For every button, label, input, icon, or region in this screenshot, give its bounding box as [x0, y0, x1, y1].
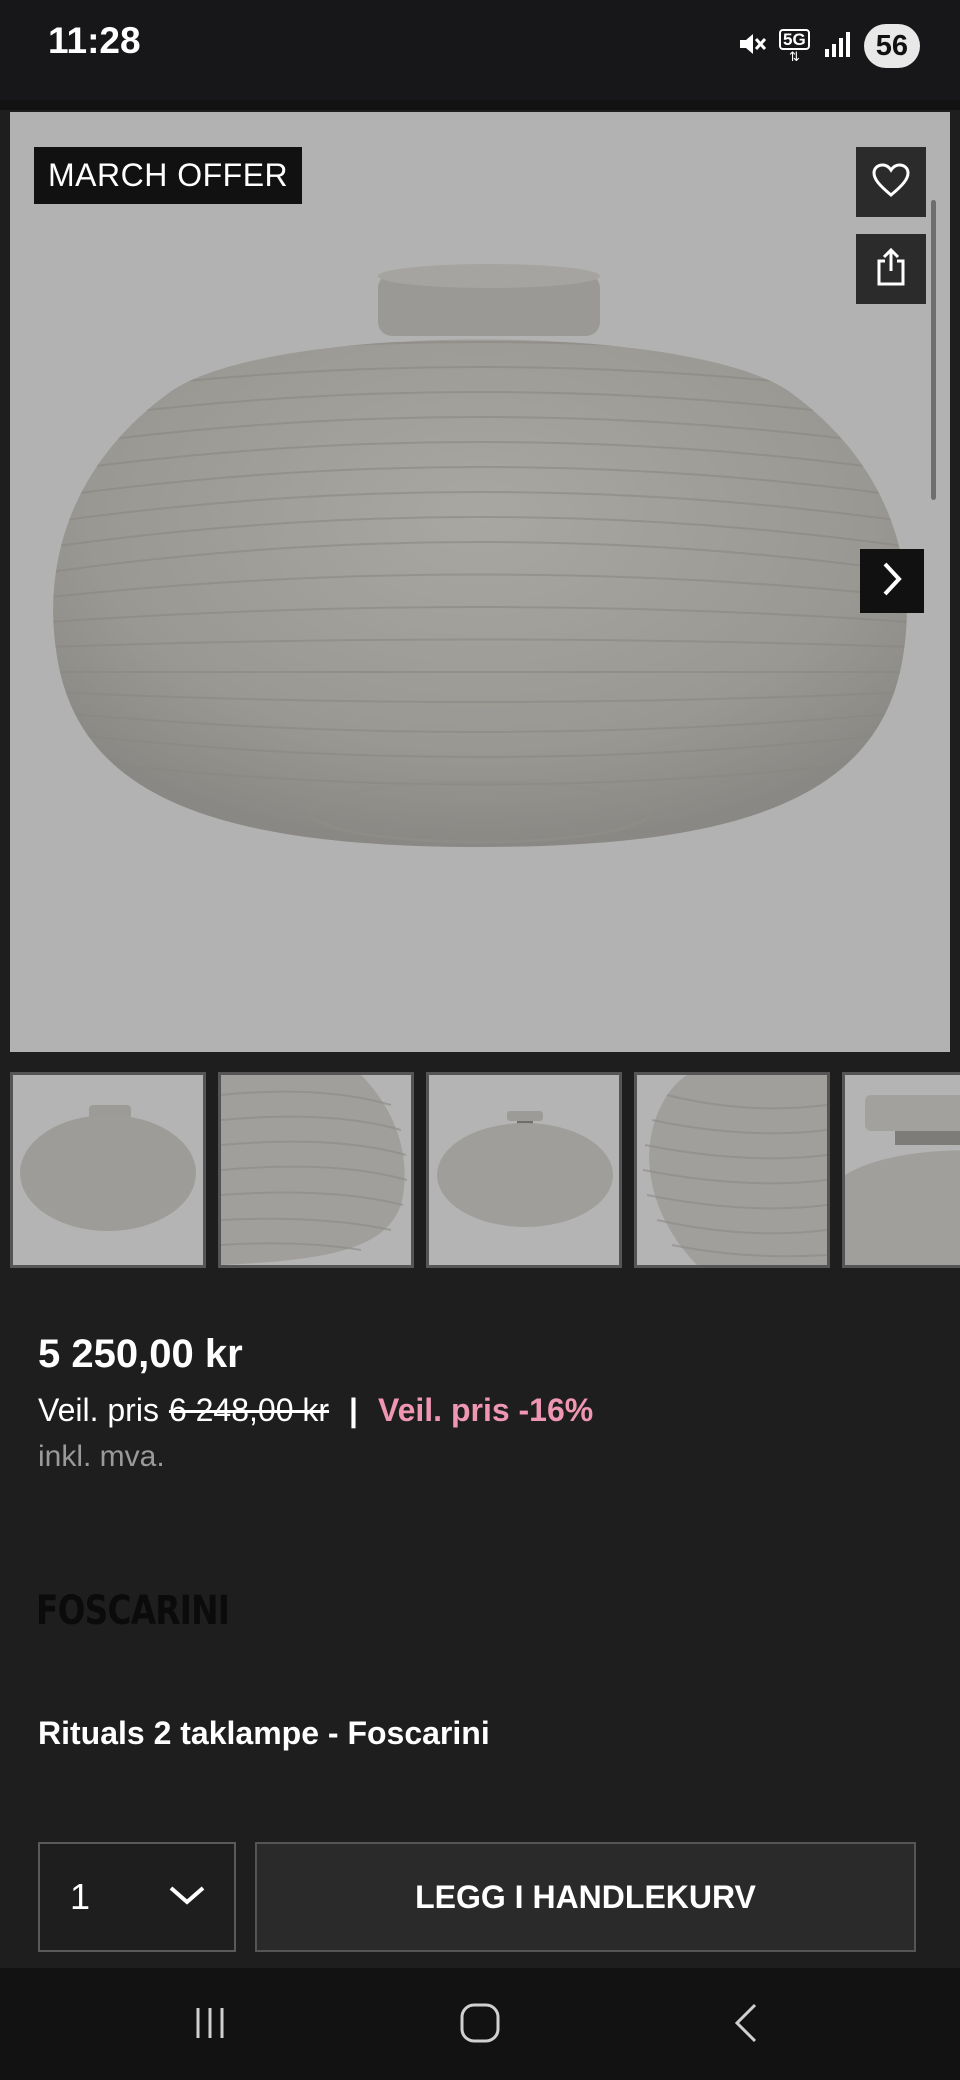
thumbnail-5[interactable] — [842, 1072, 960, 1268]
quantity-select[interactable]: 1 — [38, 1842, 236, 1952]
home-icon — [458, 2001, 502, 2050]
home-button[interactable] — [450, 2000, 510, 2050]
brand-logo[interactable]: FOSCARINI — [36, 1588, 230, 1634]
chevron-right-icon — [881, 561, 903, 602]
product-image — [53, 264, 907, 847]
next-image-button[interactable] — [860, 549, 924, 613]
thumbnail-4[interactable] — [634, 1072, 830, 1268]
quantity-value: 1 — [70, 1876, 91, 1917]
battery-icon: 56 — [863, 24, 920, 68]
reference-price-row: Veil. pris 6 248,00 kr | Veil. pris -16% — [38, 1392, 593, 1429]
status-icons: 5G ⇅ 56 — [737, 24, 920, 68]
back-button[interactable] — [716, 2000, 776, 2050]
share-button[interactable] — [856, 234, 926, 304]
discount-label: Veil. pris -16% — [378, 1392, 594, 1428]
network-5g-icon: 5G ⇅ — [779, 29, 810, 63]
thumbnail-2[interactable] — [218, 1072, 414, 1268]
signal-icon — [822, 29, 852, 64]
header-divider — [0, 100, 960, 110]
favorite-button[interactable] — [856, 147, 926, 217]
old-price: 6 248,00 kr — [168, 1392, 330, 1428]
product-price: 5 250,00 kr — [38, 1332, 243, 1376]
chevron-down-icon — [168, 1884, 206, 1911]
status-time: 11:28 — [48, 20, 141, 61]
network-label: 5G — [779, 29, 810, 50]
thumbnail-1[interactable] — [10, 1072, 206, 1268]
reference-price-label: Veil. pris — [38, 1392, 159, 1428]
add-to-cart-button[interactable]: LEGG I HANDLEKURV — [255, 1842, 916, 1952]
status-bar: 11:28 5G ⇅ 56 — [0, 0, 960, 100]
recent-apps-button[interactable] — [180, 2000, 240, 2050]
price-separator: | — [349, 1392, 358, 1428]
offer-badge: MARCH OFFER — [34, 147, 303, 204]
product-title: Rituals 2 taklampe - Foscarini — [38, 1715, 490, 1751]
back-icon — [731, 2001, 761, 2050]
heart-icon — [871, 162, 911, 203]
system-nav-bar — [0, 1968, 960, 2080]
gallery-scrollbar[interactable] — [931, 200, 936, 500]
share-icon — [875, 247, 907, 292]
mute-icon — [737, 29, 767, 64]
thumbnail-strip[interactable] — [10, 1072, 960, 1268]
thumbnail-3[interactable] — [426, 1072, 622, 1268]
recent-apps-icon — [190, 2003, 230, 2048]
vat-note: inkl. mva. — [38, 1440, 165, 1473]
product-image-gallery[interactable]: MARCH OFFER — [10, 112, 950, 1052]
